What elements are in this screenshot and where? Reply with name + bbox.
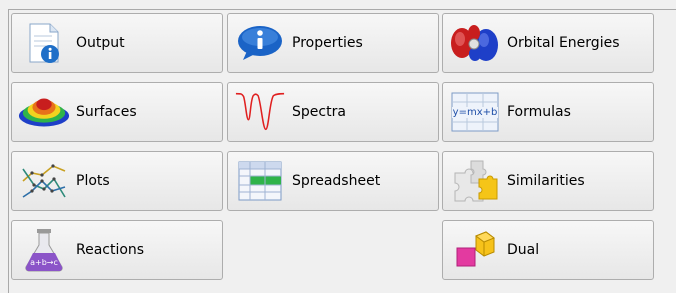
spectra-label: Spectra — [292, 104, 346, 120]
reaction-equation-text: a+b→c — [30, 257, 58, 267]
orbital-energies-button[interactable]: Orbital Energies — [442, 13, 654, 73]
puzzle-icon — [449, 158, 501, 204]
dual-icon — [449, 227, 501, 273]
properties-label: Properties — [292, 35, 363, 51]
flask-icon: a+b→c — [18, 227, 70, 273]
reactions-button[interactable]: a+b→c Reactions — [11, 220, 223, 280]
spreadsheet-button[interactable]: Spreadsheet — [227, 151, 439, 211]
info-icon — [234, 20, 286, 66]
formula-icon: y=mx+b — [449, 89, 501, 135]
properties-button[interactable]: Properties — [227, 13, 439, 73]
surface-icon — [18, 89, 70, 135]
spreadsheet-icon — [234, 158, 286, 204]
surfaces-label: Surfaces — [76, 104, 137, 120]
orbital-icon — [449, 20, 501, 66]
output-button[interactable]: Output — [11, 13, 223, 73]
spreadsheet-label: Spreadsheet — [292, 173, 381, 189]
orbital-energies-label: Orbital Energies — [507, 35, 620, 51]
plots-label: Plots — [76, 173, 110, 189]
reactions-label: Reactions — [76, 242, 145, 258]
document-info-icon — [18, 20, 70, 66]
plot-icon — [18, 158, 70, 204]
spectra-button[interactable]: Spectra — [227, 82, 439, 142]
spectrum-icon — [234, 89, 286, 135]
formulas-label: Formulas — [507, 104, 571, 120]
dual-button[interactable]: Dual — [442, 220, 654, 280]
formula-icon-text: y=mx+b — [451, 106, 499, 118]
plots-button[interactable]: Plots — [11, 151, 223, 211]
formulas-button[interactable]: y=mx+b Formulas — [442, 82, 654, 142]
dual-label: Dual — [507, 242, 540, 258]
similarities-label: Similarities — [507, 173, 585, 189]
surfaces-button[interactable]: Surfaces — [11, 82, 223, 142]
output-label: Output — [76, 35, 125, 51]
similarities-button[interactable]: Similarities — [442, 151, 654, 211]
